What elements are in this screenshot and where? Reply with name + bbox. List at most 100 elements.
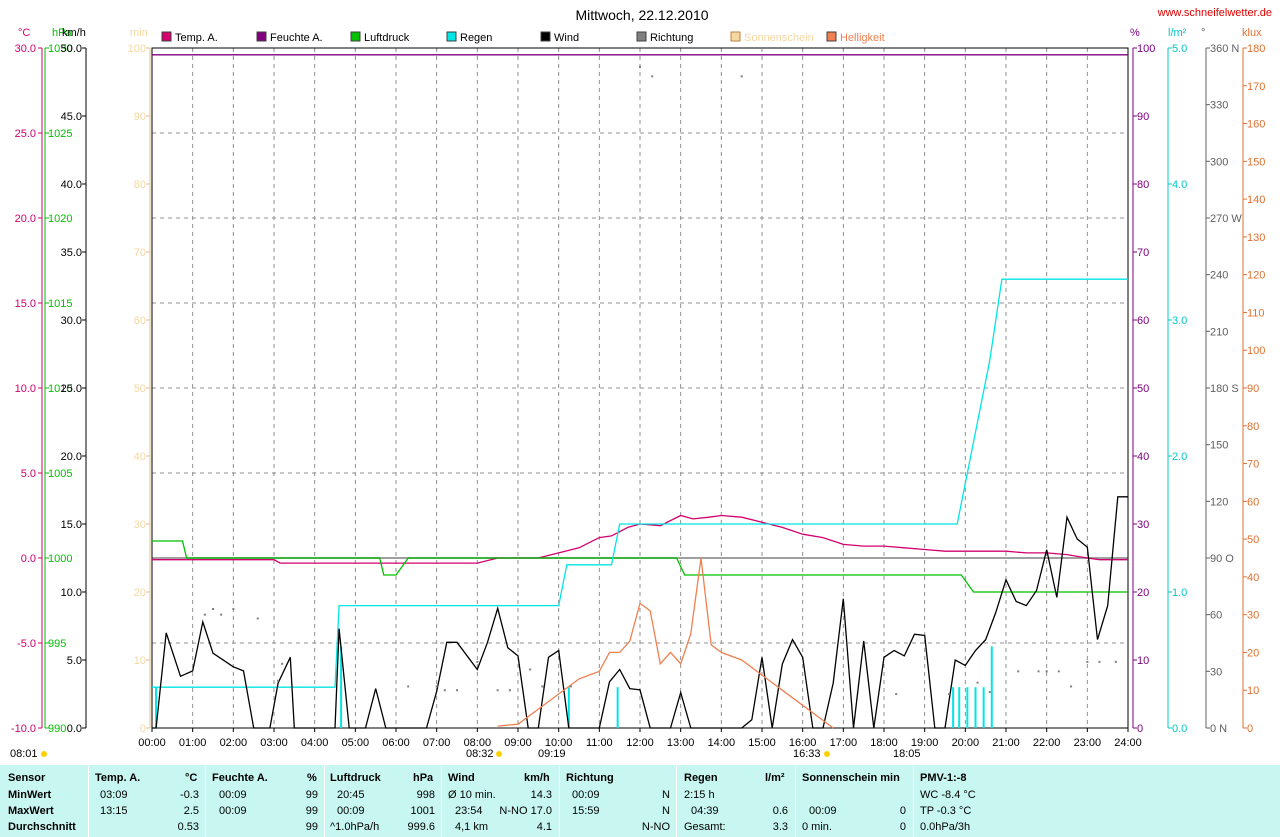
axis-label-humidity: 10 <box>1137 655 1149 667</box>
x-tick-label: 13:00 <box>667 737 695 749</box>
axis-label-direction: 300 <box>1210 156 1228 168</box>
row-max-label: MaxWert <box>8 805 54 817</box>
axis-label-temp: 10.0 <box>15 383 36 395</box>
axis-label-wind: 30.0 <box>61 315 82 327</box>
header-pmv: PMV-1:-8 <box>920 772 967 784</box>
axis-label-pressure: 995 <box>48 638 66 650</box>
axis-label-rain: 4.0 <box>1172 179 1187 191</box>
direction-point <box>232 608 235 610</box>
axis-label-brightness: 40 <box>1247 572 1259 584</box>
peak-sun-label: 09:19 <box>538 748 566 760</box>
legend-swatch <box>256 31 267 42</box>
axis-label-rain: 3.0 <box>1172 315 1187 327</box>
sunrise-icon <box>41 751 47 757</box>
axis-label-wind: 10.0 <box>61 587 82 599</box>
x-tick-label: 17:00 <box>830 737 858 749</box>
row-avg-label: Durchschnitt <box>8 821 76 833</box>
legend-swatch <box>161 31 172 42</box>
x-tick-label: 23:00 <box>1074 737 1102 749</box>
max-wind-val: N-NO 17.0 <box>499 805 552 817</box>
avg-sun-val: 0 <box>899 821 906 833</box>
axis-label-brightness: 140 <box>1247 194 1265 206</box>
axis-label-sun_min: 90 <box>134 111 146 123</box>
header-temp-unit: °C <box>185 772 198 784</box>
axis-label-direction: 240 <box>1210 270 1228 282</box>
direction-point <box>822 47 824 49</box>
website-link[interactable]: www.schneifelwetter.de <box>1157 7 1272 19</box>
axis-label-brightness: 60 <box>1247 496 1259 508</box>
direction-point <box>895 693 898 695</box>
axis-label-temp: -5.0 <box>17 638 36 650</box>
legend-swatch <box>540 31 551 42</box>
axis-label-temp: 20.0 <box>15 213 36 225</box>
direction-point <box>1098 660 1101 663</box>
max-humid-val: 99 <box>305 805 318 817</box>
x-tick-label: 22:00 <box>1033 737 1061 749</box>
header-sensor: Sensor <box>8 772 46 784</box>
legend-swatch <box>350 31 361 42</box>
axis-label-rain: 1.0 <box>1172 587 1187 599</box>
axis-label-direction: 120 <box>1210 496 1228 508</box>
axis-label-sun_min: 0 <box>140 723 146 735</box>
axis-unit-wind: km/h <box>62 27 86 39</box>
axis-unit-direction: ° <box>1201 27 1205 39</box>
x-tick-label: 11:00 <box>586 737 613 749</box>
weather-chart: Mittwoch, 22.12.2010 www.schneifelwetter… <box>0 0 1280 765</box>
min-wind-val: 14.3 <box>530 789 552 801</box>
legend-swatch <box>636 31 647 42</box>
axis-unit-temp: °C <box>18 27 30 39</box>
axis-unit-brightness: klux <box>1242 27 1262 39</box>
avg-temp-val: 0.53 <box>177 821 199 833</box>
header-press: Luftdruck <box>330 772 381 784</box>
direction-point <box>407 685 410 688</box>
axis-label-temp: 5.0 <box>21 468 36 480</box>
axis-label-direction: 90 O <box>1210 553 1234 565</box>
legend-label: Richtung <box>650 32 693 44</box>
min-press-val: 998 <box>416 789 435 801</box>
x-tick-label: 02:00 <box>220 737 248 749</box>
header-press-unit: hPa <box>413 772 434 784</box>
x-tick-label: 00:00 <box>138 737 166 749</box>
direction-point <box>212 608 214 610</box>
axis-label-rain: 5.0 <box>1172 43 1187 55</box>
axis-label-temp: -10.0 <box>11 723 36 735</box>
direction-point <box>1017 670 1020 673</box>
axis-label-direction: 150 <box>1210 440 1228 452</box>
direction-point <box>541 685 544 688</box>
axis-label-wind: 25.0 <box>61 383 82 395</box>
x-tick-label: 04:00 <box>301 737 329 749</box>
direction-point <box>256 617 259 620</box>
avg-pmv: 0.0hPa/3h <box>920 821 971 833</box>
header-temp: Temp. A. <box>95 772 141 784</box>
header-rain-unit: l/m² <box>765 772 785 784</box>
axis-label-brightness: 100 <box>1247 345 1265 357</box>
last-sun-label: 16:33 <box>793 748 821 760</box>
axis-label-direction: 270 W <box>1210 213 1242 225</box>
max-temp-time: 13:15 <box>100 805 128 817</box>
axis-label-direction: 60 <box>1210 610 1222 622</box>
axis-label-temp: 0.0 <box>21 553 36 565</box>
axis-label-brightness: 20 <box>1247 647 1259 659</box>
axis-label-wind: 45.0 <box>61 111 82 123</box>
max-rain-val: 0.6 <box>772 805 788 817</box>
axis-unit-humidity: % <box>1130 27 1140 39</box>
direction-point <box>443 689 446 692</box>
min-temp-val: -0.3 <box>180 789 199 801</box>
axis-label-humidity: 0 <box>1137 723 1143 735</box>
axis-label-brightness: 160 <box>1247 119 1265 131</box>
axis-label-humidity: 30 <box>1137 519 1149 531</box>
axis-label-brightness: 50 <box>1247 534 1259 546</box>
direction-point <box>781 47 784 49</box>
axis-label-temp: 15.0 <box>15 298 36 310</box>
max-sun-label: 00:09 <box>809 805 837 817</box>
axis-label-direction: 180 S <box>1210 383 1239 395</box>
axis-label-direction: 360 N <box>1210 43 1239 55</box>
chart-title: Mittwoch, 22.12.2010 <box>575 7 708 23</box>
avg-rain-label: Gesamt: <box>684 821 726 833</box>
max-press-time: 00:09 <box>337 805 365 817</box>
axis-label-pressure: 1020 <box>48 213 72 225</box>
min-dir-time: 00:09 <box>572 789 600 801</box>
legend-label: Wind <box>554 32 579 44</box>
axis-label-humidity: 80 <box>1137 179 1149 191</box>
direction-point <box>854 47 857 49</box>
